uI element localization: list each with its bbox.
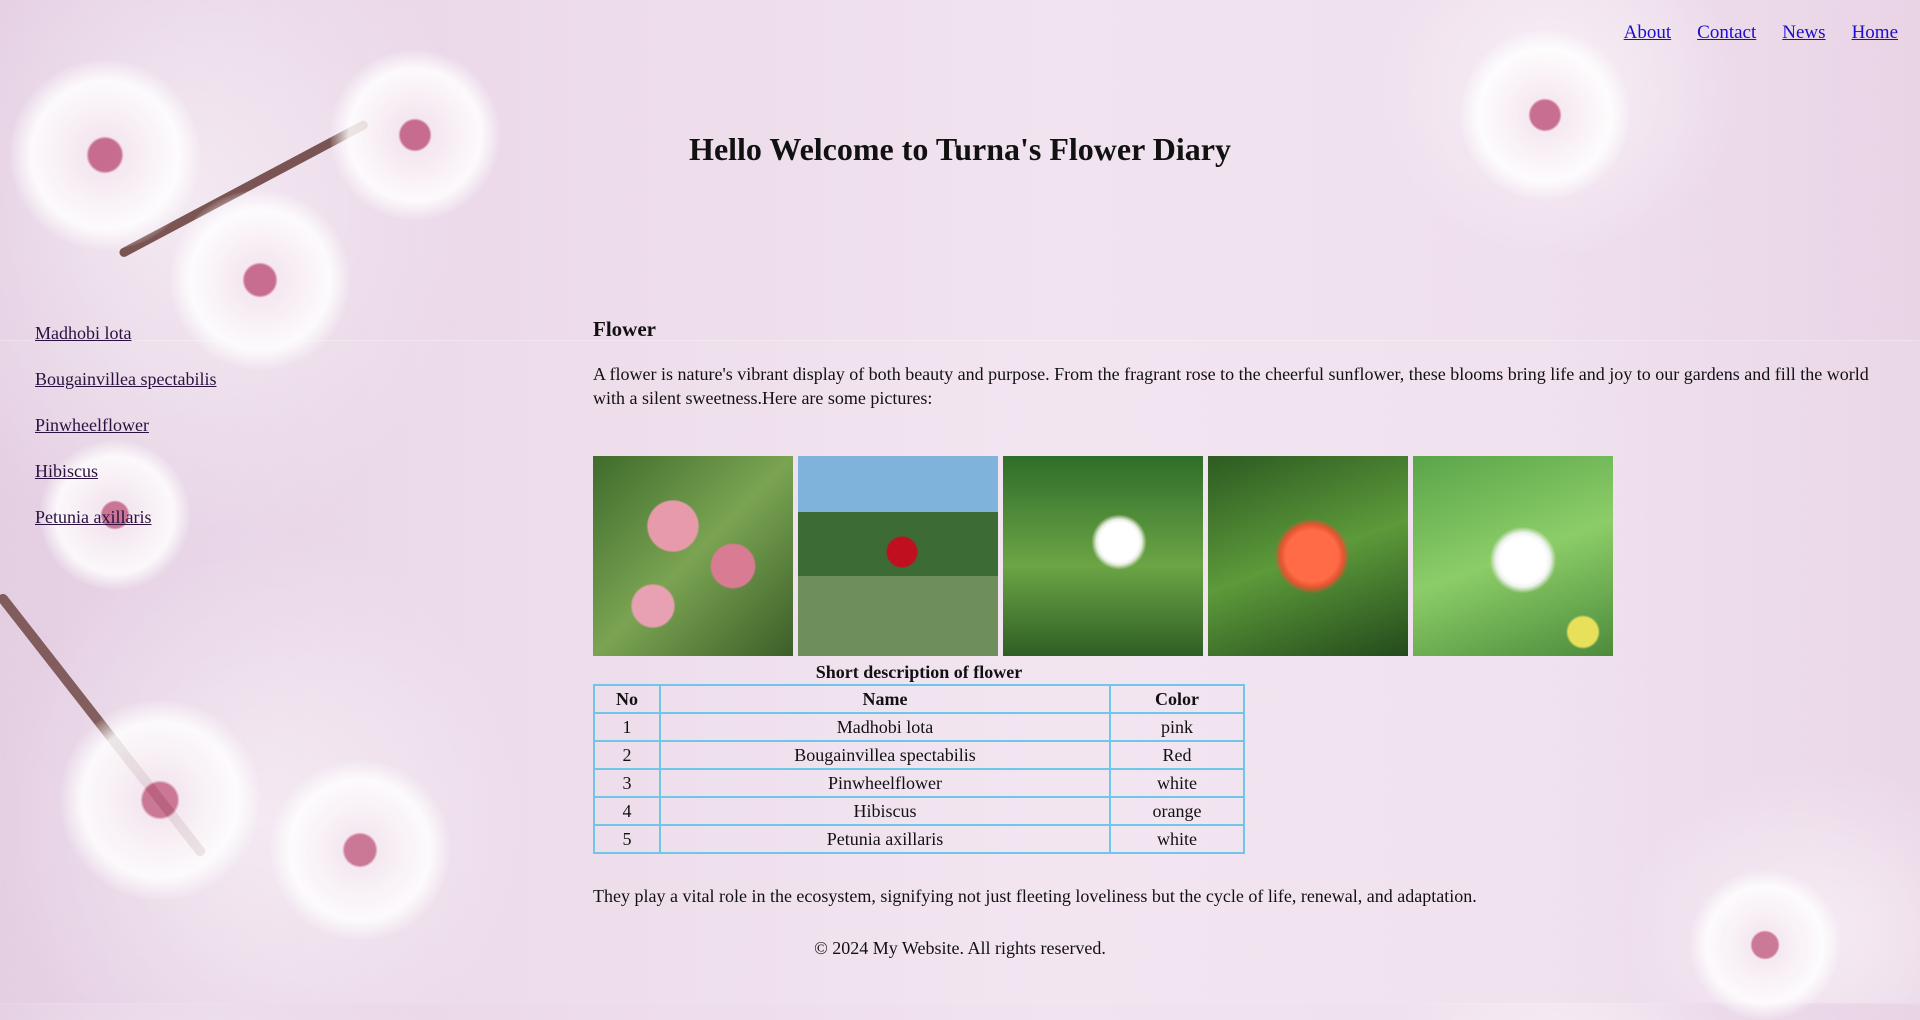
nav-home-link[interactable]: Home bbox=[1852, 22, 1898, 44]
section-heading: Flower bbox=[593, 317, 656, 341]
cell-name: Hibiscus bbox=[659, 796, 1111, 826]
blossom-decoration bbox=[1460, 30, 1630, 200]
cell-no: 2 bbox=[593, 740, 661, 770]
pinwheelflower-photo bbox=[1003, 456, 1203, 656]
nav-contact-link[interactable]: Contact bbox=[1697, 22, 1756, 44]
header-color: Color bbox=[1109, 684, 1245, 714]
header-no: No bbox=[593, 684, 661, 714]
sidebar: Madhobi lota Bougainvillea spectabilis P… bbox=[35, 323, 216, 553]
intro-paragraph: A flower is nature's vibrant display of … bbox=[593, 364, 1869, 408]
cell-name: Bougainvillea spectabilis bbox=[659, 740, 1111, 770]
cell-color: white bbox=[1109, 824, 1245, 854]
hibiscus-photo bbox=[1208, 456, 1408, 656]
cell-no: 3 bbox=[593, 768, 661, 798]
table-row: 3 Pinwheelflower white bbox=[593, 768, 1245, 798]
cell-name: Madhobi lota bbox=[659, 712, 1111, 742]
header-name: Name bbox=[659, 684, 1111, 714]
sidebar-item-pinwheelflower[interactable]: Pinwheelflower bbox=[35, 415, 216, 436]
footer-copyright: © 2024 My Website. All rights reserved. bbox=[814, 938, 1106, 958]
sidebar-item-hibiscus[interactable]: Hibiscus bbox=[35, 461, 216, 482]
cell-name: Pinwheelflower bbox=[659, 768, 1111, 798]
cell-no: 4 bbox=[593, 796, 661, 826]
photo-gallery bbox=[593, 456, 1613, 656]
petunia-photo bbox=[1413, 456, 1613, 656]
page-title: Hello Welcome to Turna's Flower Diary bbox=[560, 131, 1360, 168]
table-row: 4 Hibiscus orange bbox=[593, 796, 1245, 826]
bougainvillea-photo bbox=[798, 456, 998, 656]
nav-about-link[interactable]: About bbox=[1624, 22, 1672, 44]
table-header-row: No Name Color bbox=[593, 684, 1245, 714]
blossom-decoration bbox=[330, 50, 500, 220]
cell-name: Petunia axillaris bbox=[659, 824, 1111, 854]
madhobi-lota-photo bbox=[593, 456, 793, 656]
sidebar-item-petunia[interactable]: Petunia axillaris bbox=[35, 507, 216, 528]
cell-no: 5 bbox=[593, 824, 661, 854]
sidebar-item-bougainvillea[interactable]: Bougainvillea spectabilis bbox=[35, 369, 216, 390]
cell-color: orange bbox=[1109, 796, 1245, 826]
main-content: Flower A flower is nature's vibrant disp… bbox=[593, 316, 1893, 410]
blossom-decoration bbox=[10, 60, 200, 250]
title-greeting: Hello bbox=[689, 131, 762, 168]
outro-paragraph: They play a vital role in the ecosystem,… bbox=[593, 886, 1477, 906]
table-row: 1 Madhobi lota pink bbox=[593, 712, 1245, 742]
flower-table: No Name Color 1 Madhobi lota pink 2 Boug… bbox=[593, 684, 1245, 854]
title-welcome: Welcome to Turna's Flower Diary bbox=[769, 131, 1231, 168]
cell-color: white bbox=[1109, 768, 1245, 798]
nav-news-link[interactable]: News bbox=[1782, 22, 1825, 44]
page-header: Hello Welcome to Turna's Flower Diary bbox=[560, 110, 1360, 190]
sidebar-item-madhobi-lota[interactable]: Madhobi lota bbox=[35, 323, 216, 344]
table-row: 2 Bougainvillea spectabilis Red bbox=[593, 740, 1245, 770]
top-navigation: About Contact News Home bbox=[1624, 22, 1898, 44]
cell-color: Red bbox=[1109, 740, 1245, 770]
table-row: 5 Petunia axillaris white bbox=[593, 824, 1245, 854]
cell-color: pink bbox=[1109, 712, 1245, 742]
table-caption: Short description of flower bbox=[815, 662, 1023, 682]
cell-no: 1 bbox=[593, 712, 661, 742]
